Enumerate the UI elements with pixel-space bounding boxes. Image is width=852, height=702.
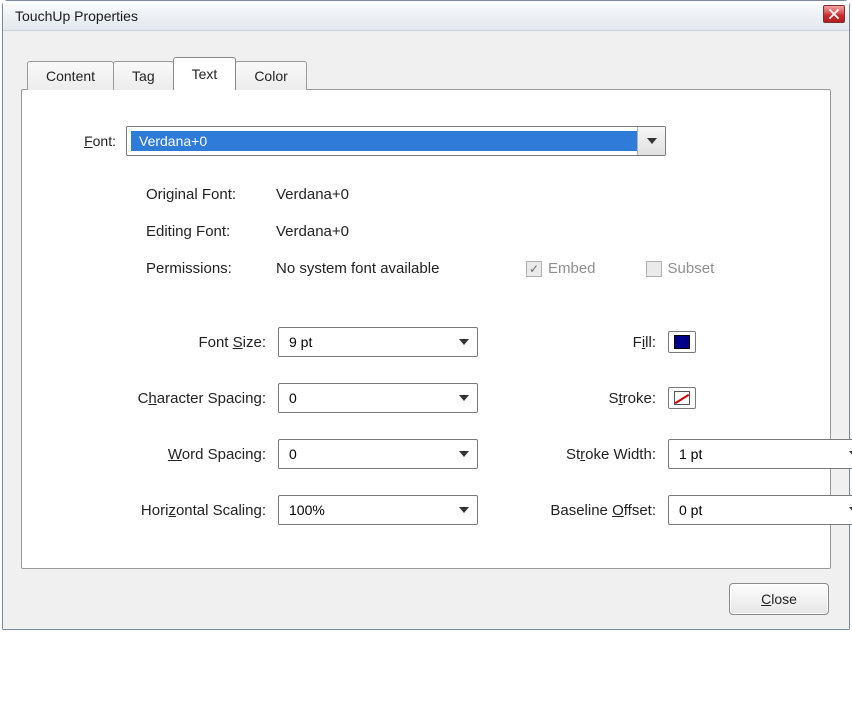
tab-strip: Content Tag Text Color (21, 61, 831, 90)
editing-font-row: Editing Font: Verdana+0 (146, 223, 794, 240)
tab-label: Text (192, 66, 218, 82)
stroke-swatch-cell (668, 387, 852, 409)
tab-label: Content (46, 68, 95, 84)
word-spacing-value: 0 (289, 446, 297, 462)
text-panel: Font: Verdana+0 Original Font: Verdana+0… (21, 89, 831, 569)
checkbox-icon (646, 261, 662, 277)
font-size-combo[interactable]: 9 pt (278, 327, 478, 357)
tab-tag[interactable]: Tag (113, 61, 174, 90)
char-spacing-label: Character Spacing: (78, 390, 278, 407)
checkbox-icon (526, 261, 542, 277)
original-font-row: Original Font: Verdana+0 (146, 186, 794, 203)
h-scaling-value: 100% (289, 502, 325, 518)
editing-font-label: Editing Font: (146, 223, 276, 240)
original-font-value: Verdana+0 (276, 186, 349, 203)
stroke-width-combo[interactable]: 1 pt (668, 439, 852, 469)
subset-label: Subset (668, 260, 715, 277)
font-combo-arrow[interactable] (637, 127, 665, 155)
chevron-down-icon (459, 339, 469, 345)
font-label: Font: (58, 133, 116, 149)
tab-content[interactable]: Content (27, 61, 114, 90)
titlebar: TouchUp Properties (3, 1, 849, 31)
font-info-block: Original Font: Verdana+0 Editing Font: V… (146, 186, 794, 277)
font-size-label: Font Size: (78, 334, 278, 351)
permissions-label: Permissions: (146, 260, 276, 277)
permissions-value: No system font available (276, 260, 526, 277)
baseline-value: 0 pt (679, 502, 702, 518)
editing-font-value: Verdana+0 (276, 223, 349, 240)
window-title: TouchUp Properties (15, 8, 138, 24)
tab-label: Tag (132, 68, 155, 84)
tab-color[interactable]: Color (235, 61, 306, 90)
fill-label: Fill: (518, 334, 668, 351)
char-spacing-combo[interactable]: 0 (278, 383, 478, 413)
font-size-value: 9 pt (289, 334, 312, 350)
dialog-window: TouchUp Properties Content Tag Text Colo… (2, 0, 850, 630)
fill-swatch-cell (668, 331, 852, 353)
dialog-client: Content Tag Text Color Font: Verdana+0 O… (3, 31, 849, 629)
h-scaling-label: Horizontal Scaling: (78, 502, 278, 519)
window-close-button[interactable] (823, 5, 845, 23)
chevron-down-icon (459, 451, 469, 457)
chevron-down-icon (459, 507, 469, 513)
embed-label: Embed (548, 260, 596, 277)
baseline-label: Baseline Offset: (518, 502, 668, 519)
stroke-label: Stroke: (518, 390, 668, 407)
font-row: Font: Verdana+0 (58, 126, 794, 156)
tab-text[interactable]: Text (173, 57, 237, 90)
close-button-rest: lose (771, 591, 797, 607)
original-font-label: Original Font: (146, 186, 276, 203)
chevron-down-icon (647, 138, 657, 144)
fill-color-icon (674, 335, 690, 349)
char-spacing-value: 0 (289, 390, 297, 406)
controls-grid: Font Size: 9 pt Fill: Character Spacing:… (78, 327, 794, 525)
chevron-down-icon (459, 395, 469, 401)
font-combo[interactable]: Verdana+0 (126, 126, 666, 156)
close-icon (829, 9, 839, 19)
stroke-width-value: 1 pt (679, 446, 702, 462)
font-selected-value: Verdana+0 (131, 131, 637, 151)
no-stroke-icon (674, 391, 690, 405)
fill-swatch[interactable] (668, 331, 696, 353)
baseline-combo[interactable]: 0 pt (668, 495, 852, 525)
dialog-footer: Close (21, 569, 831, 615)
embed-checkbox: Embed (526, 260, 596, 277)
word-spacing-combo[interactable]: 0 (278, 439, 478, 469)
subset-checkbox: Subset (646, 260, 715, 277)
tab-label: Color (254, 68, 287, 84)
stroke-swatch[interactable] (668, 387, 696, 409)
close-button[interactable]: Close (729, 583, 829, 615)
word-spacing-label: Word Spacing: (78, 446, 278, 463)
stroke-width-label: Stroke Width: (518, 446, 668, 463)
permissions-row: Permissions: No system font available Em… (146, 260, 794, 277)
h-scaling-combo[interactable]: 100% (278, 495, 478, 525)
